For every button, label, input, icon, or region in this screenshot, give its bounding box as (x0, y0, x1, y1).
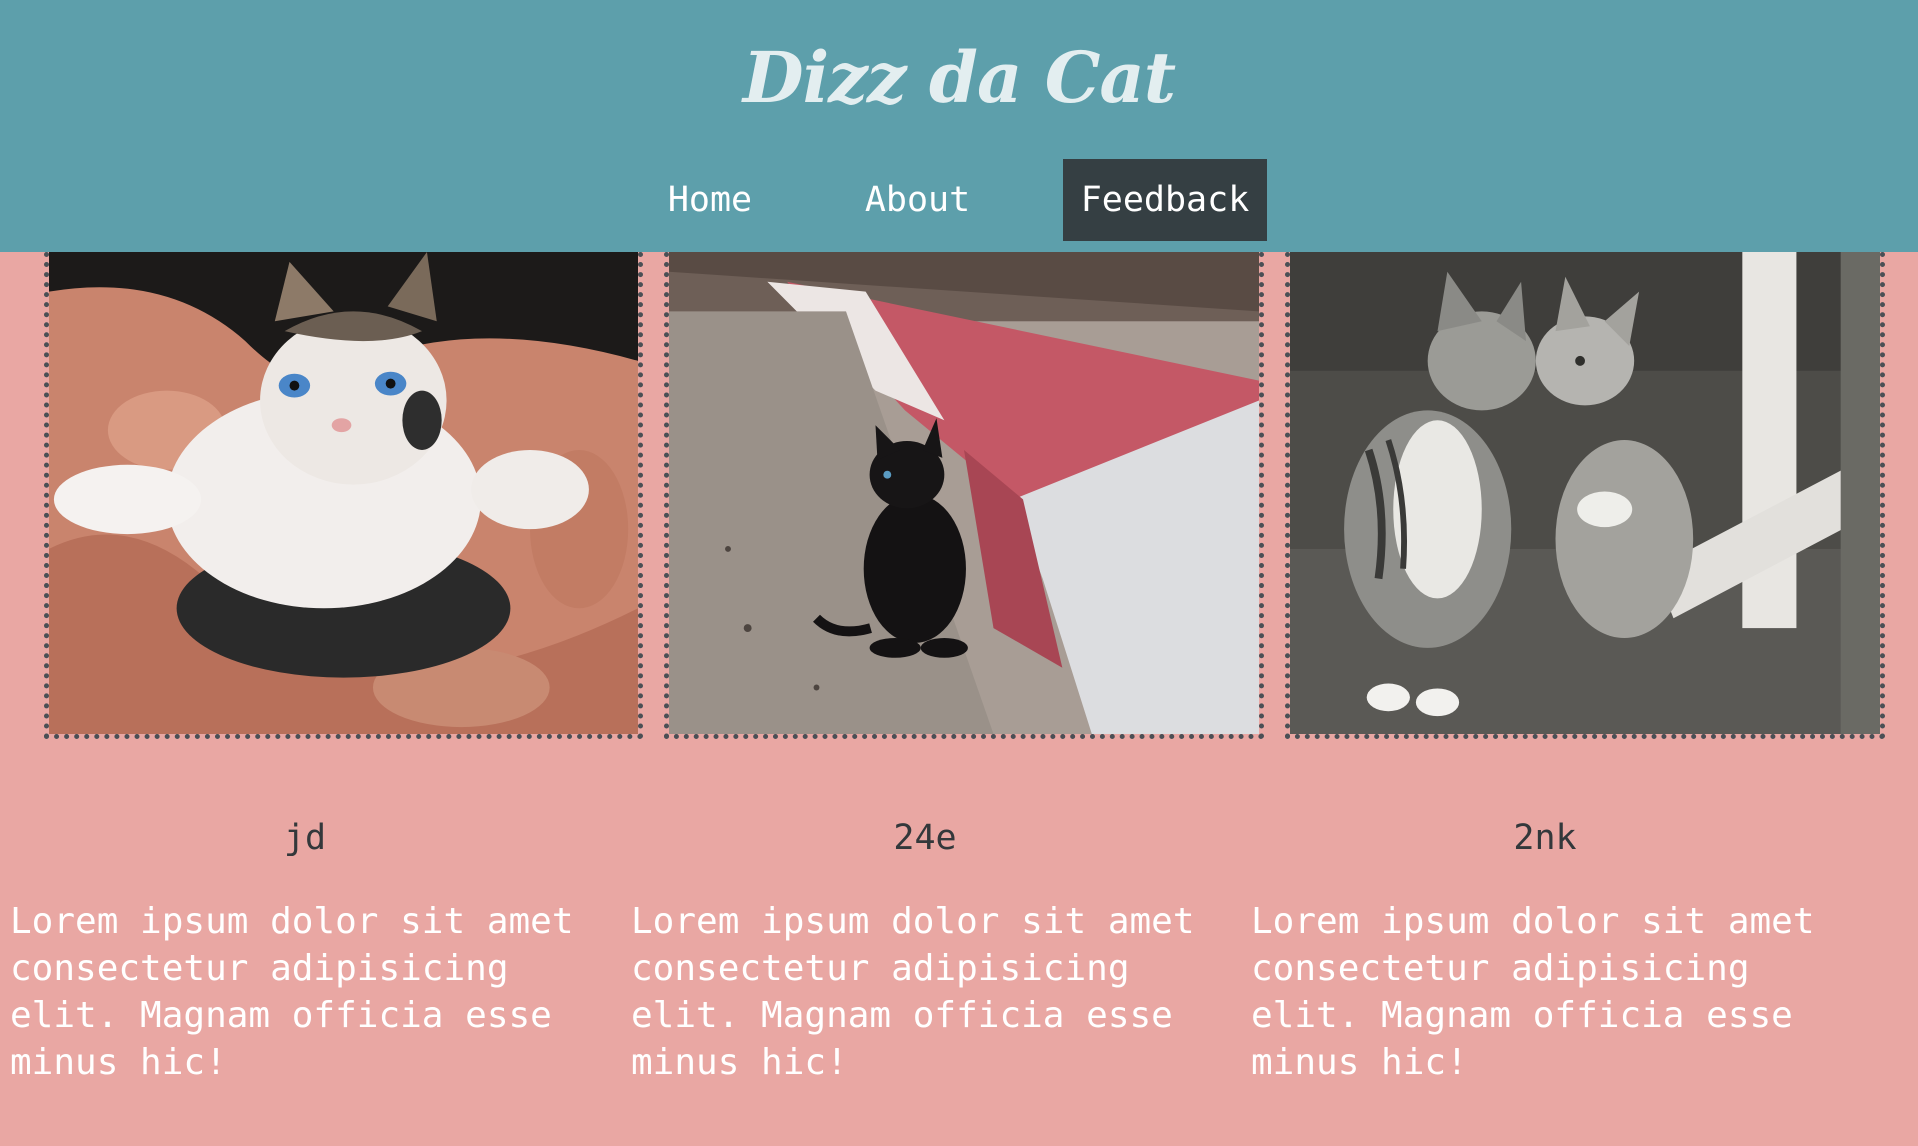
card-description: Lorem ipsum dolor sit amet consectetur a… (631, 901, 1195, 1083)
card-description: Lorem ipsum dolor sit amet consectetur a… (1251, 901, 1815, 1083)
site-header: Dizz da Cat Home About Feedback (0, 0, 1918, 252)
kitten-in-hands-image (44, 252, 643, 739)
card-caption: 24e (893, 818, 957, 858)
nav-home-link[interactable]: Home (650, 159, 770, 241)
nav-feedback-link[interactable]: Feedback (1063, 159, 1267, 241)
site-title: Dizz da Cat (742, 36, 1176, 119)
main-nav: Home About Feedback (0, 159, 1918, 241)
black-kitten-image (664, 252, 1264, 739)
two-kittens-image (1285, 252, 1885, 739)
card-description: Lorem ipsum dolor sit amet consectetur a… (10, 901, 574, 1083)
nav-about-link[interactable]: About (845, 159, 990, 241)
card-caption: jd (283, 818, 327, 858)
card-caption: 2nk (1513, 818, 1577, 858)
